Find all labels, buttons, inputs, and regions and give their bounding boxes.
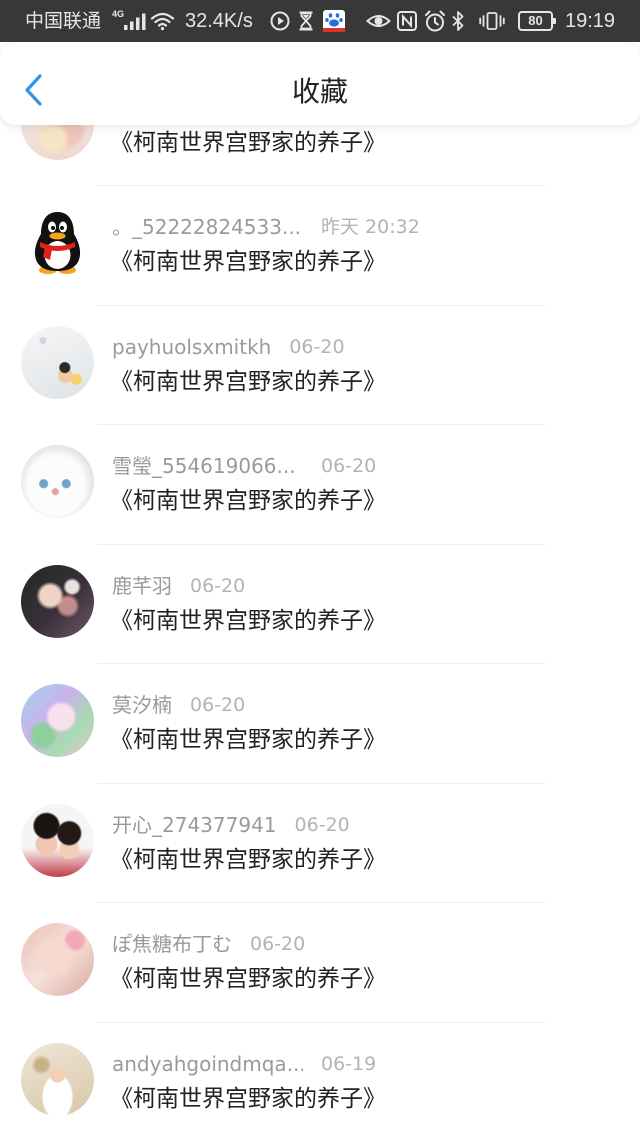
carrier-label: 中国联通 bbox=[25, 10, 102, 32]
qq-penguin-avatar bbox=[34, 212, 81, 274]
clock: 19:19 bbox=[565, 10, 616, 32]
item-title: 《柯南世界宫野家的养子》 bbox=[110, 846, 386, 873]
user-name: ぽ焦糖布丁む bbox=[112, 932, 232, 956]
row-divider bbox=[97, 543, 545, 545]
row-divider bbox=[97, 663, 545, 664]
battery-level: 80 bbox=[528, 13, 543, 28]
item-title: 《柯南世界宫野家的养子》 bbox=[110, 727, 386, 753]
favorite-item[interactable]: 。_52222824533... 昨天 20:32 《柯南世界宫野家的养子》 bbox=[0, 185, 640, 305]
item-meta: ぽ焦糖布丁む 06-20 bbox=[112, 931, 305, 957]
baidu-app-icon bbox=[323, 10, 345, 32]
favorite-item[interactable]: 莫汐楠 06-20 《柯南世界宫野家的养子》 bbox=[0, 663, 640, 783]
page-title: 收藏 bbox=[291, 75, 348, 108]
avatar[interactable] bbox=[21, 445, 94, 518]
timestamp: 06-20 bbox=[190, 694, 246, 716]
item-title: 《柯南世界宫野家的养子》 bbox=[110, 249, 386, 275]
hourglass-icon bbox=[299, 11, 313, 31]
item-title: 《柯南世界宫野家的养子》 bbox=[110, 966, 386, 992]
user-name: andyahgoindmqa... bbox=[112, 1051, 303, 1076]
avatar[interactable] bbox=[21, 684, 94, 757]
favorite-item[interactable]: ぽ焦糖布丁む 06-20 《柯南世界宫野家的养子》 bbox=[0, 902, 640, 1022]
signal-icon bbox=[124, 13, 146, 30]
row-divider bbox=[97, 424, 545, 425]
avatar[interactable] bbox=[21, 325, 94, 399]
favorites-list[interactable]: 《柯南世界宫野家的养子》 。_52222824533... 昨天 20:32 《… bbox=[0, 66, 640, 1138]
play-icon bbox=[270, 11, 290, 31]
nfc-icon bbox=[397, 11, 417, 31]
avatar[interactable] bbox=[21, 1042, 94, 1116]
favorite-item[interactable]: 雪瑩_554619066... 06-20 《柯南世界宫野家的养子》 bbox=[0, 424, 640, 544]
user-name: payhuolsxmitkh bbox=[112, 334, 272, 359]
battery-icon: 80 bbox=[518, 11, 556, 31]
user-name: 雪瑩_554619066... bbox=[112, 454, 296, 478]
item-title: 《柯南世界宫野家的养子》 bbox=[110, 368, 386, 395]
bluetooth-icon bbox=[452, 11, 464, 31]
row-divider bbox=[97, 304, 545, 306]
alarm-icon bbox=[425, 10, 445, 32]
item-title: 《柯南世界宫野家的养子》 bbox=[110, 607, 386, 634]
favorite-item[interactable]: andyahgoindmqa... 06-19 《柯南世界宫野家的养子》 bbox=[0, 1021, 640, 1138]
favorite-item[interactable]: 鹿芊羽 06-20 《柯南世界宫野家的养子》 bbox=[0, 543, 640, 664]
timestamp: 06-20 bbox=[250, 933, 306, 955]
timestamp: 06-20 bbox=[289, 335, 345, 358]
item-title: 《柯南世界宫野家的养子》 bbox=[110, 1085, 386, 1112]
status-bar: 中国联通 4G 32.4K/s 80 19:19 bbox=[0, 0, 640, 42]
item-meta: 莫汐楠 06-20 bbox=[112, 692, 245, 718]
chevron-left-icon bbox=[25, 74, 42, 106]
user-name: 鹿芊羽 bbox=[112, 573, 172, 598]
eye-icon bbox=[366, 15, 391, 27]
avatar[interactable] bbox=[21, 803, 94, 877]
item-meta: 开心_274377941 06-20 bbox=[112, 812, 350, 838]
row-divider bbox=[97, 902, 545, 903]
vibrate-icon bbox=[479, 12, 505, 30]
timestamp: 06-19 bbox=[321, 1052, 377, 1075]
network-speed-label: 32.4K/s bbox=[185, 10, 253, 32]
timestamp: 昨天 20:32 bbox=[321, 216, 420, 238]
row-divider bbox=[97, 782, 545, 784]
item-meta: 鹿芊羽 06-20 bbox=[112, 573, 245, 599]
timestamp: 06-20 bbox=[321, 455, 377, 477]
wifi-icon bbox=[150, 12, 175, 31]
item-meta: andyahgoindmqa... 06-19 bbox=[112, 1051, 376, 1077]
network-type-label: 4G bbox=[112, 9, 125, 19]
app-header: 收藏 bbox=[0, 42, 640, 125]
user-name: 开心_274377941 bbox=[112, 812, 277, 837]
item-title: 《柯南世界宫野家的养子》 bbox=[110, 488, 386, 514]
item-meta: 。_52222824533... 昨天 20:32 bbox=[112, 214, 420, 240]
favorite-item[interactable]: 开心_274377941 06-20 《柯南世界宫野家的养子》 bbox=[0, 782, 640, 903]
avatar[interactable] bbox=[21, 923, 94, 996]
timestamp: 06-20 bbox=[294, 813, 350, 836]
back-button[interactable] bbox=[19, 70, 49, 110]
item-meta: payhuolsxmitkh 06-20 bbox=[112, 334, 345, 360]
item-meta: 雪瑩_554619066... 06-20 bbox=[112, 453, 376, 479]
item-title: 《柯南世界宫野家的养子》 bbox=[110, 129, 386, 156]
avatar[interactable] bbox=[21, 206, 94, 279]
user-name: 莫汐楠 bbox=[112, 693, 172, 717]
favorite-item[interactable]: payhuolsxmitkh 06-20 《柯南世界宫野家的养子》 bbox=[0, 304, 640, 425]
avatar[interactable] bbox=[21, 564, 94, 638]
row-divider bbox=[97, 1021, 545, 1023]
row-divider bbox=[97, 185, 545, 186]
user-name: 。_52222824533... bbox=[112, 215, 302, 239]
timestamp: 06-20 bbox=[190, 574, 246, 597]
